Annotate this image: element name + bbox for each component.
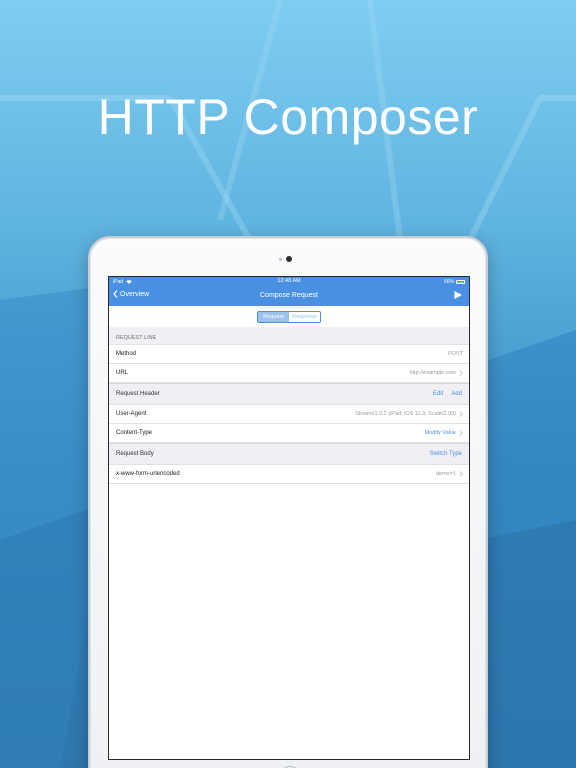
headline-title: HTTP Composer [97,89,479,145]
edit-headers-button[interactable]: Edit [433,391,443,397]
front-sensor [279,258,282,261]
modify-value-link[interactable]: Modify Value [425,430,456,436]
chevron-right-icon [459,370,463,376]
request-body-title: Request Body [116,451,154,457]
segment-request[interactable]: Request [258,311,289,322]
method-label: Method [116,351,137,357]
url-value: http://example.com [409,370,456,376]
ipad-device-frame: iPad 12:48 AM 56% Overview Compose Reque… [88,236,488,768]
chevron-right-icon [459,430,463,436]
battery-icon [456,280,465,284]
method-value: POST [448,351,463,357]
app-screen: iPad 12:48 AM 56% Overview Compose Reque… [108,276,470,760]
chevron-right-icon [459,471,463,477]
body-row[interactable]: x-www-form-urlencoded demo=1 [109,465,469,484]
url-row[interactable]: URL http://example.com [109,364,469,383]
method-row[interactable]: Method POST [109,345,469,364]
request-body-section-header: Request Body Switch Type [109,443,469,464]
header-row-label: User-Agent [116,411,147,417]
body-row-label: x-www-form-urlencoded [116,471,180,477]
request-header-section-header: Request Header Edit Add [109,383,469,404]
request-response-segmented-control: Request Response [257,310,321,323]
header-row-label: Content-Type [116,430,153,436]
body-row-value: demo=1 [435,471,456,477]
switch-type-button[interactable]: Switch Type [430,451,462,457]
url-label: URL [116,370,129,376]
navigation-bar: iPad 12:48 AM 56% Overview Compose Reque… [109,277,469,306]
request-line-section-header: REQUEST LINE [109,327,469,344]
header-row-user-agent[interactable]: User-Agent Stream/1.0.2 (iPad; iOS 11.3;… [109,405,469,424]
chevron-right-icon [459,411,463,417]
screen-title: Compose Request [260,292,318,299]
header-row-content-type[interactable]: Content-Type Modify Value [109,424,469,443]
request-header-title: Request Header [116,391,160,397]
add-header-button[interactable]: Add [451,391,462,397]
header-row-value: Stream/1.0.2 (iPad; iOS 11.3; Scale/2.00… [355,411,456,417]
segment-container: Request Response [109,306,469,327]
status-time: 12:48 AM [277,278,301,284]
play-icon[interactable] [453,290,463,300]
front-camera [286,256,292,262]
status-bar: iPad 12:48 AM 56% [109,277,469,287]
segment-response[interactable]: Response [289,311,320,322]
compose-content: Request Response REQUEST LINE Method POS… [109,306,469,759]
